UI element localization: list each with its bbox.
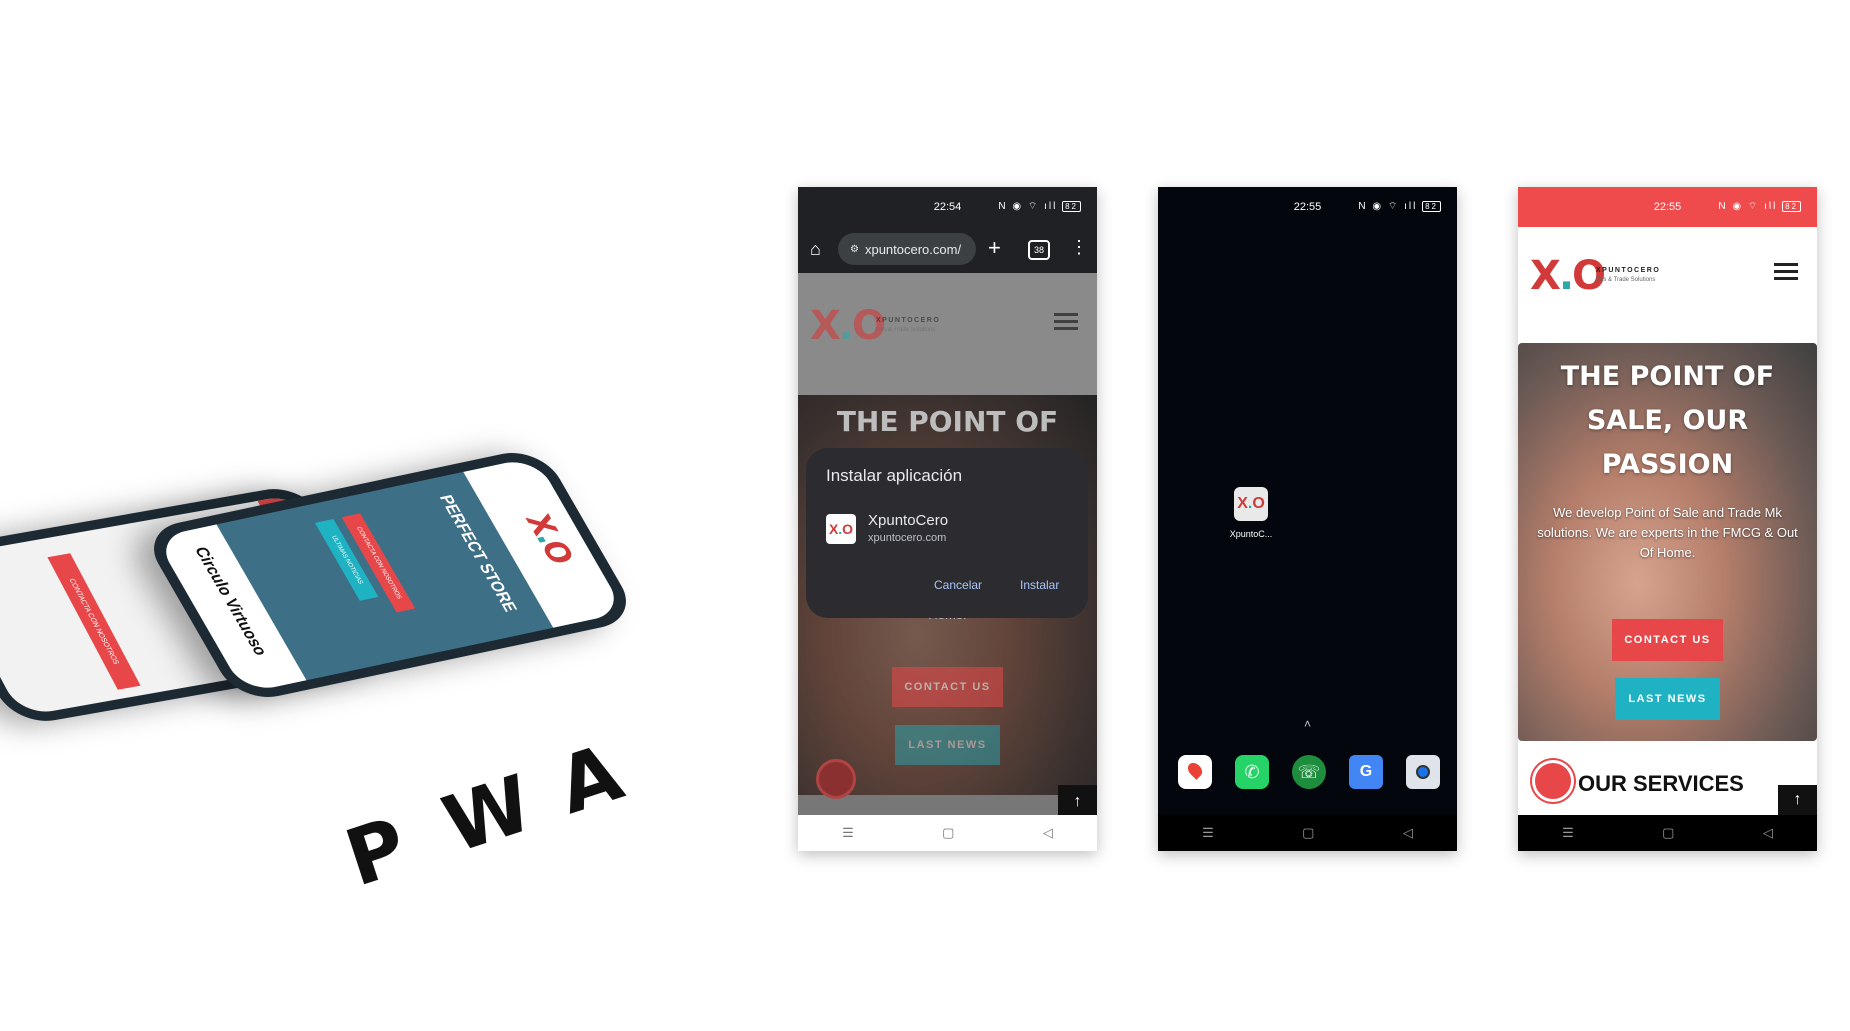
mockup-logo: X.O [516,511,580,566]
scroll-top-icon[interactable]: ↑ [1058,785,1097,819]
camera-icon[interactable] [1406,755,1440,789]
screenshot-pwa-app: 22:55 N ◉ ⌔ ıll 82 X.O XPUNTOCERO Pos & … [1518,187,1817,851]
page-header: X.O XPUNTOCERO Pos & Trade Solutions [798,273,1097,395]
scroll-top-icon[interactable]: ↑ [1778,785,1817,815]
status-bar: 22:55 N ◉ ⌔ ıll 82 [1518,187,1817,227]
pwa-letter-p: P [335,801,418,905]
tabs-count-button[interactable]: 38 [1028,240,1050,260]
url-bar[interactable]: ⚙ xpuntocero.com/ [838,233,976,265]
home-nav-icon[interactable]: ▢ [1302,825,1314,841]
maps-icon[interactable] [1178,755,1212,789]
brand-name: XPUNTOCERO [1596,267,1661,274]
contact-us-button[interactable]: CONTACT US [1612,619,1723,661]
overflow-menu-icon[interactable]: ⋮ [1070,237,1088,258]
app-url: xpuntocero.com [868,532,947,544]
brand-name: XPUNTOCERO [876,317,941,324]
last-news-button[interactable]: LAST NEWS [1615,678,1720,720]
status-bar: 22:54 N ◉ ⌔ ıll 82 [798,187,1097,227]
status-bar: 22:55 N ◉ ⌔ ıll 82 [1158,187,1457,227]
hero-title: THE POINT OF SALE, OUR PASSION [1560,361,1775,480]
brand-tagline: Pos & Trade Solutions [876,327,936,333]
screenshot-home-screen: 22:55 N ◉ ⌔ ıll 82 X.O XpuntoC... ˄ ✆ ☏ … [1158,187,1457,851]
home-icon[interactable]: ⌂ [810,239,821,260]
notification-bell-icon[interactable] [816,759,856,799]
status-icons: N ◉ ⌔ ıll 82 [998,200,1081,213]
last-news-button[interactable]: LAST NEWS [895,725,1000,765]
battery-level: 82 [1422,201,1441,212]
cancel-button[interactable]: Cancelar [934,578,982,592]
site-logo[interactable]: X.O [1530,253,1606,299]
phone-icon[interactable]: ☏ [1292,755,1326,789]
hamburger-menu-icon[interactable] [1054,309,1078,334]
dialog-title: Instalar aplicación [826,466,963,485]
notification-bell-icon[interactable] [1532,760,1574,802]
app-icon: X.O [826,514,856,544]
contact-us-button[interactable]: CONTACT US [892,667,1003,707]
xpuntocero-app-icon[interactable]: X.O [1234,487,1268,521]
status-icons: N ◉ ⌔ ıll 82 [1358,200,1441,213]
back-icon[interactable]: ◁ [1403,825,1413,841]
android-nav-bar: ☰ ▢ ◁ [1158,815,1457,851]
screenshot-install-dialog: 22:54 N ◉ ⌔ ıll 82 ⌂ ⚙ xpuntocero.com/ +… [798,187,1097,851]
back-icon[interactable]: ◁ [1763,825,1773,841]
pwa-letter-w: W [433,758,543,872]
our-services-heading: OUR SERVICES [1578,771,1744,796]
hero-title: THE POINT OF [836,405,1059,438]
pwa-letter-a: A [547,727,633,833]
battery-level: 82 [1062,201,1081,212]
home-nav-icon[interactable]: ▢ [942,825,954,841]
browser-toolbar: ⌂ ⚙ xpuntocero.com/ + 38 ⋮ [798,227,1097,273]
whatsapp-icon[interactable]: ✆ [1235,755,1269,789]
brand-tagline: Pos & Trade Solutions [1596,277,1656,283]
app-label: XpuntoC... [1229,529,1273,539]
url-text: xpuntocero.com/ [864,241,962,257]
recents-icon[interactable]: ☰ [1562,825,1574,841]
battery-level: 82 [1782,201,1801,212]
recents-icon[interactable]: ☰ [1202,825,1214,841]
translate-icon[interactable]: G [1349,755,1383,789]
new-tab-icon[interactable]: + [988,235,1001,261]
app-drawer-chevron-icon[interactable]: ˄ [1158,717,1457,731]
mockup-back-cta: CONTACTA CON NOSOTROS [47,553,141,690]
home-nav-icon[interactable]: ▢ [1662,825,1674,841]
recents-icon[interactable]: ☰ [842,825,854,841]
hamburger-menu-icon[interactable] [1774,259,1798,284]
install-dialog: Instalar aplicación X.O XpuntoCero xpunt… [806,448,1088,618]
site-info-icon[interactable]: ⚙ [850,244,859,255]
install-button[interactable]: Instalar [1020,578,1059,592]
site-logo: X.O [810,303,886,349]
hero-text: We develop Point of Sale and Trade Mk so… [1537,505,1798,560]
android-nav-bar: ☰ ▢ ◁ [1518,815,1817,851]
app-name: XpuntoCero [868,512,949,529]
status-icons: N ◉ ⌔ ıll 82 [1718,200,1801,213]
android-nav-bar: ☰ ▢ ◁ [798,815,1097,851]
dock: ✆ ☏ G [1178,755,1440,791]
app-header: X.O XPUNTOCERO Pos & Trade Solutions [1518,227,1817,342]
back-icon[interactable]: ◁ [1043,825,1053,841]
